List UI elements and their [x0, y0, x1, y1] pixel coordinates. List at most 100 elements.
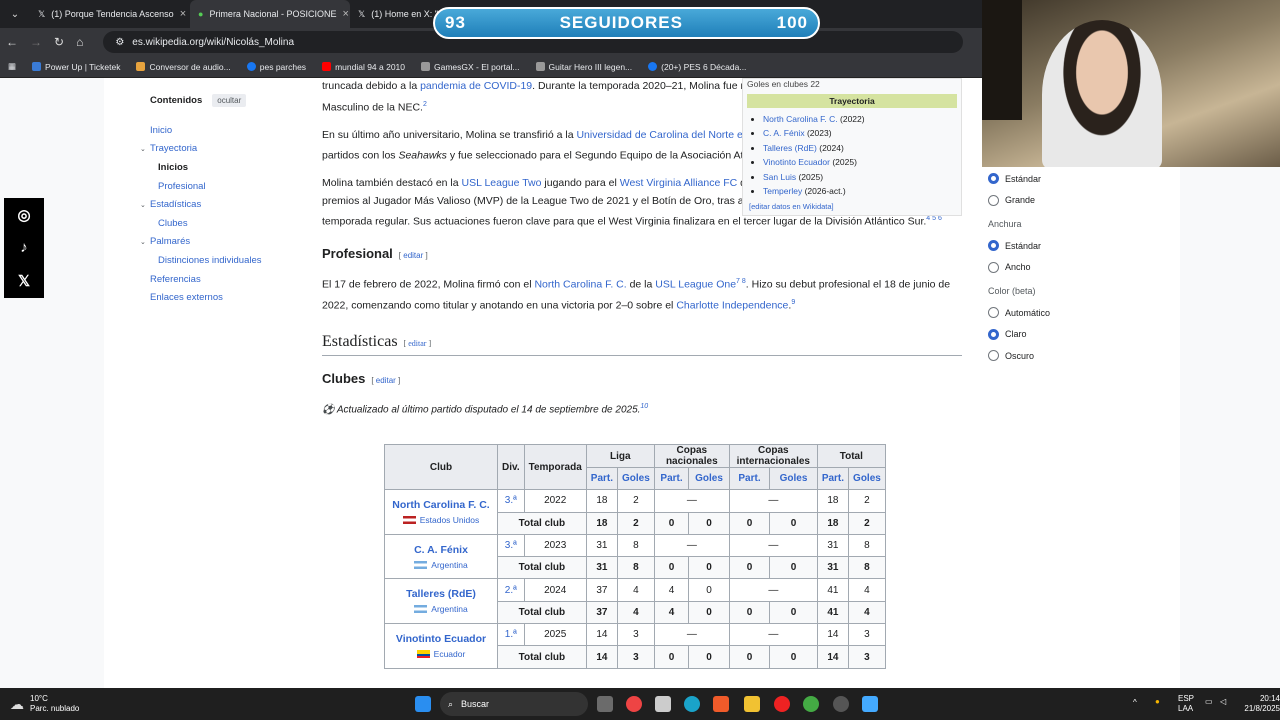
- edit-link[interactable]: [ editar ]: [399, 247, 428, 265]
- notepad-icon[interactable]: [862, 696, 878, 712]
- division-link[interactable]: 1.ª: [497, 623, 525, 647]
- edit-link[interactable]: [ editar ]: [404, 335, 432, 353]
- toc-item[interactable]: Distinciones individuales: [140, 251, 300, 270]
- language-indicator[interactable]: ESP LAA: [1178, 694, 1194, 714]
- chevron-down-icon[interactable]: ⌄: [140, 238, 150, 246]
- toc-item[interactable]: ⌄ Estadísticas: [140, 195, 300, 214]
- reference[interactable]: 4 5 6: [926, 215, 942, 222]
- option-color-dark[interactable]: Oscuro: [988, 345, 1138, 367]
- bookmark[interactable]: pes parches: [246, 62, 306, 72]
- brave-icon[interactable]: [713, 696, 729, 712]
- option-color-auto[interactable]: Automático: [988, 302, 1138, 324]
- mic-icon[interactable]: ●: [1155, 697, 1160, 706]
- browser-tab[interactable]: ● Primera Nacional - POSICIONE ×: [190, 0, 350, 28]
- link[interactable]: Charlotte Independence: [676, 299, 788, 311]
- radio-icon[interactable]: [988, 194, 999, 206]
- volume-icon[interactable]: ◁: [1220, 697, 1226, 706]
- club-link[interactable]: C. A. Fénix: [389, 544, 493, 556]
- bookmark[interactable]: Conversor de audio...: [136, 62, 231, 72]
- media-player-icon[interactable]: [774, 696, 790, 712]
- radio-icon[interactable]: [988, 173, 999, 185]
- division-link[interactable]: 3.ª: [497, 533, 525, 558]
- close-icon[interactable]: ×: [180, 8, 186, 20]
- link[interactable]: USL League One: [655, 278, 736, 290]
- radio-icon[interactable]: [988, 307, 999, 319]
- taskbar-search[interactable]: ⌕ Buscar: [440, 692, 588, 716]
- weather-widget[interactable]: ☁ 10°C Parc. nublado: [10, 694, 79, 714]
- toc-item[interactable]: ⌄ Palmarés: [140, 233, 300, 252]
- link[interactable]: USL League Two: [462, 177, 542, 189]
- reference[interactable]: 9: [791, 299, 795, 306]
- radio-icon[interactable]: [988, 328, 999, 340]
- division-link[interactable]: 3.ª: [497, 489, 525, 513]
- folder-icon[interactable]: [744, 696, 760, 712]
- radio-icon[interactable]: [988, 350, 999, 362]
- link[interactable]: pandemia de COVID-19: [420, 80, 532, 92]
- option-text-large[interactable]: Grande: [988, 190, 1138, 212]
- close-icon[interactable]: ×: [342, 8, 348, 20]
- reference[interactable]: 2: [423, 101, 427, 108]
- bookmark[interactable]: Guitar Hero III legen...: [535, 62, 632, 72]
- club-link[interactable]: Talleres (RdE): [389, 588, 493, 600]
- toc-item[interactable]: Referencias: [140, 270, 300, 289]
- club-link[interactable]: North Carolina F. C.: [763, 114, 838, 124]
- apps-icon[interactable]: ▦: [8, 61, 16, 72]
- reference[interactable]: 10: [640, 403, 648, 410]
- forward-icon[interactable]: →: [30, 35, 42, 49]
- country-link[interactable]: Argentina: [389, 560, 493, 570]
- clock[interactable]: 20:14 21/8/2025: [1243, 694, 1280, 714]
- toc-hide-button[interactable]: ocultar: [212, 94, 247, 107]
- option-width-wide[interactable]: Ancho: [988, 257, 1138, 279]
- option-color-light[interactable]: Claro: [988, 324, 1138, 346]
- chrome-profile-icon[interactable]: [803, 696, 819, 712]
- network-icon[interactable]: ▭: [1205, 697, 1213, 706]
- club-link[interactable]: San Luis: [763, 172, 796, 182]
- home-icon[interactable]: ⌂: [76, 35, 83, 49]
- toc-item[interactable]: ⌄ Trayectoria: [140, 140, 300, 159]
- bookmark[interactable]: mundial 94 a 2010: [322, 62, 405, 72]
- task-view-icon[interactable]: [597, 696, 613, 712]
- option-text-standard[interactable]: Estándar: [988, 168, 1138, 190]
- radio-icon[interactable]: [988, 261, 999, 273]
- radio-icon[interactable]: [988, 240, 999, 252]
- club-link[interactable]: Talleres (RdE): [763, 143, 817, 153]
- reference[interactable]: 7 8: [736, 278, 746, 285]
- division-link[interactable]: 2.ª: [497, 578, 525, 602]
- toc-item[interactable]: Profesional: [140, 177, 300, 196]
- country-link[interactable]: Argentina: [389, 604, 493, 614]
- wikidata-edit-link[interactable]: [editar datos en Wikidata]: [747, 202, 957, 211]
- edit-link[interactable]: [ editar ]: [371, 372, 400, 390]
- country-link[interactable]: Ecuador: [389, 649, 493, 659]
- bookmark[interactable]: (20+) PES 6 Década...: [648, 62, 746, 72]
- bookmark[interactable]: GamesGX - El portal...: [421, 62, 520, 72]
- reload-icon[interactable]: ↻: [54, 35, 64, 49]
- toc-item[interactable]: Inicios: [140, 158, 300, 177]
- store-icon[interactable]: [655, 696, 671, 712]
- chrome-icon[interactable]: [626, 696, 642, 712]
- country-link[interactable]: Estados Unidos: [389, 515, 493, 525]
- link[interactable]: North Carolina F. C.: [534, 278, 626, 290]
- edit-label[interactable]: editar: [376, 376, 396, 385]
- edge-icon[interactable]: [684, 696, 700, 712]
- toc-item[interactable]: Clubes: [140, 214, 300, 233]
- link[interactable]: West Virginia Alliance FC: [620, 177, 738, 189]
- browser-tab[interactable]: 𝕏 (1) Porque Tendencia Ascenso ×: [30, 0, 190, 28]
- back-icon[interactable]: ←: [6, 35, 18, 49]
- toc-item[interactable]: Inicio: [140, 121, 300, 140]
- club-link[interactable]: Temperley: [763, 186, 802, 196]
- edit-label[interactable]: editar: [403, 251, 423, 260]
- obs-icon[interactable]: [833, 696, 849, 712]
- club-link[interactable]: Vinotinto Ecuador: [763, 157, 830, 167]
- toc-item[interactable]: Enlaces externos: [140, 288, 300, 307]
- option-width-standard[interactable]: Estándar: [988, 235, 1138, 257]
- chevron-down-icon[interactable]: ⌄: [140, 145, 150, 153]
- chevron-down-icon[interactable]: ⌄: [140, 201, 150, 209]
- site-info-icon[interactable]: ⚙: [115, 37, 124, 48]
- windows-start-icon[interactable]: [415, 696, 431, 712]
- club-link[interactable]: North Carolina F. C.: [389, 499, 493, 511]
- club-link[interactable]: Vinotinto Ecuador: [389, 633, 493, 645]
- tab-search-button[interactable]: ⌄: [4, 3, 26, 25]
- club-link[interactable]: C. A. Fénix: [763, 128, 805, 138]
- bookmark[interactable]: Power Up | Ticketek: [32, 62, 120, 72]
- edit-label[interactable]: editar: [408, 339, 426, 348]
